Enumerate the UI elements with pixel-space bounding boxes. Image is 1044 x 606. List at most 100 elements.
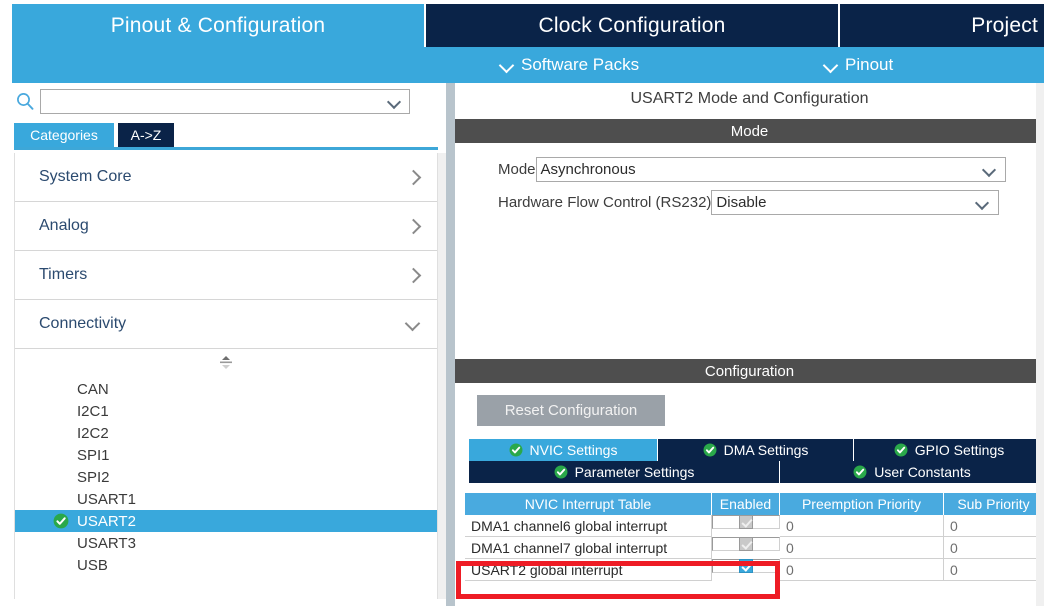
chevron-down-icon [500, 59, 513, 72]
menu-pinout[interactable]: Pinout [824, 47, 893, 83]
enabled-checkbox[interactable] [739, 559, 753, 573]
tab-underline [14, 147, 438, 150]
tab-a-to-z[interactable]: A->Z [118, 123, 174, 147]
sub-priority-value[interactable]: 0 [944, 559, 1044, 581]
left-panel: Categories A->Z System Core Analog Timer… [0, 83, 455, 606]
column-header-nvic-interrupt-table: NVIC Interrupt Table [465, 493, 712, 515]
peripheral-usb[interactable]: USB [15, 554, 437, 576]
enabled-checkbox[interactable] [739, 515, 753, 529]
category-timers[interactable]: Timers [15, 251, 437, 300]
sub-priority-value[interactable]: 0 [944, 537, 1044, 559]
column-header-sub-priority: Sub Priority [944, 493, 1044, 515]
tree-scrollbar[interactable] [438, 153, 446, 599]
table-header-row: NVIC Interrupt Table Enabled Preemption … [465, 493, 1044, 515]
category-connectivity[interactable]: Connectivity [15, 300, 437, 349]
hardware-flow-control-label: Hardware Flow Control (RS232) [498, 193, 712, 211]
peripheral-spi1-label: SPI1 [77, 446, 110, 464]
right-panel-scrollbar[interactable] [1036, 83, 1044, 606]
category-analog-label: Analog [39, 217, 89, 234]
chevron-right-icon [407, 171, 419, 183]
chevron-right-icon [407, 269, 419, 281]
table-row[interactable]: DMA1 channel6 global interrupt 0 0 [465, 515, 1044, 537]
software-packs-label: Software Packs [521, 55, 640, 74]
search-input[interactable] [45, 92, 375, 112]
peripheral-i2c1[interactable]: I2C1 [15, 400, 437, 422]
tab-user-constants[interactable]: User Constants [780, 461, 1044, 483]
page-title: USART2 Mode and Configuration [455, 83, 1044, 115]
main-tabstrip: Pinout & Configuration Clock Configurati… [0, 0, 1044, 47]
chevron-down-icon[interactable] [388, 97, 401, 108]
tab-user-constants-label: User Constants [874, 464, 971, 480]
tab-dma-settings[interactable]: DMA Settings [658, 439, 853, 461]
peripheral-usart2[interactable]: USART2 [15, 510, 437, 532]
category-system-core[interactable]: System Core [15, 153, 437, 202]
category-timers-label: Timers [39, 266, 88, 283]
preemption-priority-value[interactable]: 0 [780, 515, 944, 537]
reset-configuration-button[interactable]: Reset Configuration [477, 395, 665, 426]
peripheral-tree: System Core Analog Timers Connectivity C… [14, 153, 438, 599]
check-circle-icon [554, 465, 568, 479]
chevron-down-icon [407, 318, 419, 330]
mode-field-label: Mode [498, 160, 536, 178]
peripheral-spi2[interactable]: SPI2 [15, 466, 437, 488]
check-circle-icon [894, 443, 908, 457]
configuration-tabs-row-2: Parameter Settings User Constants [469, 461, 1044, 483]
search-combobox[interactable] [40, 89, 410, 114]
tab-nvic-settings[interactable]: NVIC Settings [469, 439, 657, 461]
tab-pinout-and-configuration[interactable]: Pinout & Configuration [12, 4, 424, 47]
tab-categories[interactable]: Categories [14, 123, 114, 147]
peripheral-usb-label: USB [77, 556, 108, 574]
table-row[interactable]: DMA1 channel7 global interrupt 0 0 [465, 537, 1044, 559]
mode-field-row: Mode Asynchronous [455, 156, 1044, 182]
stm32cubemx-window: Pinout & Configuration Clock Configurati… [0, 0, 1044, 606]
updown-grip-icon [220, 356, 232, 369]
peripheral-i2c2[interactable]: I2C2 [15, 422, 437, 444]
tab-nvic-settings-label: NVIC Settings [529, 442, 618, 458]
peripheral-usart3[interactable]: USART3 [15, 532, 437, 554]
tab-project[interactable]: Project [840, 4, 1044, 47]
search-icon[interactable] [16, 92, 34, 110]
peripheral-i2c1-label: I2C1 [77, 402, 109, 420]
peripheral-usart2-label: USART2 [77, 512, 136, 530]
tab-project-label: Project [971, 13, 1038, 37]
tab-parameter-settings-label: Parameter Settings [574, 464, 695, 480]
peripheral-usart3-label: USART3 [77, 534, 136, 552]
peripheral-usart1[interactable]: USART1 [15, 488, 437, 510]
mode-select[interactable]: Asynchronous [535, 156, 1006, 182]
preemption-priority-value[interactable]: 0 [780, 559, 944, 581]
tab-clock-configuration[interactable]: Clock Configuration [426, 4, 838, 47]
interrupt-name: DMA1 channel6 global interrupt [465, 515, 712, 537]
check-circle-icon [703, 443, 717, 457]
menu-software-packs[interactable]: Software Packs [500, 47, 639, 83]
sub-priority-value[interactable]: 0 [944, 515, 1044, 537]
interrupt-name: DMA1 channel7 global interrupt [465, 537, 712, 559]
peripheral-can-label: CAN [77, 380, 109, 398]
check-circle-icon [53, 513, 69, 529]
category-system-core-label: System Core [39, 168, 132, 185]
peripheral-spi1[interactable]: SPI1 [15, 444, 437, 466]
tab-gpio-settings[interactable]: GPIO Settings [854, 439, 1044, 461]
column-header-enabled: Enabled [712, 493, 780, 515]
sub-toolbar: Software Packs Pinout [12, 47, 1044, 83]
check-circle-icon [509, 443, 523, 457]
table-row[interactable]: USART2 global interrupt 0 0 [465, 559, 1044, 581]
interrupt-enabled-cell[interactable] [712, 537, 780, 551]
interrupt-enabled-cell[interactable] [712, 515, 780, 529]
tab-a-to-z-label: A->Z [130, 127, 162, 143]
configuration-tabs-row-1: NVIC Settings DMA Settings GPIO Settings [469, 439, 1044, 461]
preemption-priority-value[interactable]: 0 [780, 537, 944, 559]
configuration-section-header: Configuration [455, 359, 1044, 383]
vertical-splitter[interactable] [446, 83, 455, 606]
tab-pinout-label: Pinout & Configuration [110, 13, 326, 37]
interrupt-enabled-cell[interactable] [712, 559, 780, 573]
search-row [0, 83, 455, 118]
tree-splitter-handle[interactable] [15, 349, 437, 376]
category-analog[interactable]: Analog [15, 202, 437, 251]
tab-parameter-settings[interactable]: Parameter Settings [469, 461, 779, 483]
left-view-tabs: Categories A->Z [0, 123, 455, 147]
chevron-down-icon [824, 59, 837, 72]
nvic-interrupt-table: NVIC Interrupt Table Enabled Preemption … [465, 493, 1044, 581]
enabled-checkbox[interactable] [739, 537, 753, 551]
peripheral-can[interactable]: CAN [15, 378, 437, 400]
hardware-flow-control-select[interactable]: Disable [711, 189, 1000, 215]
